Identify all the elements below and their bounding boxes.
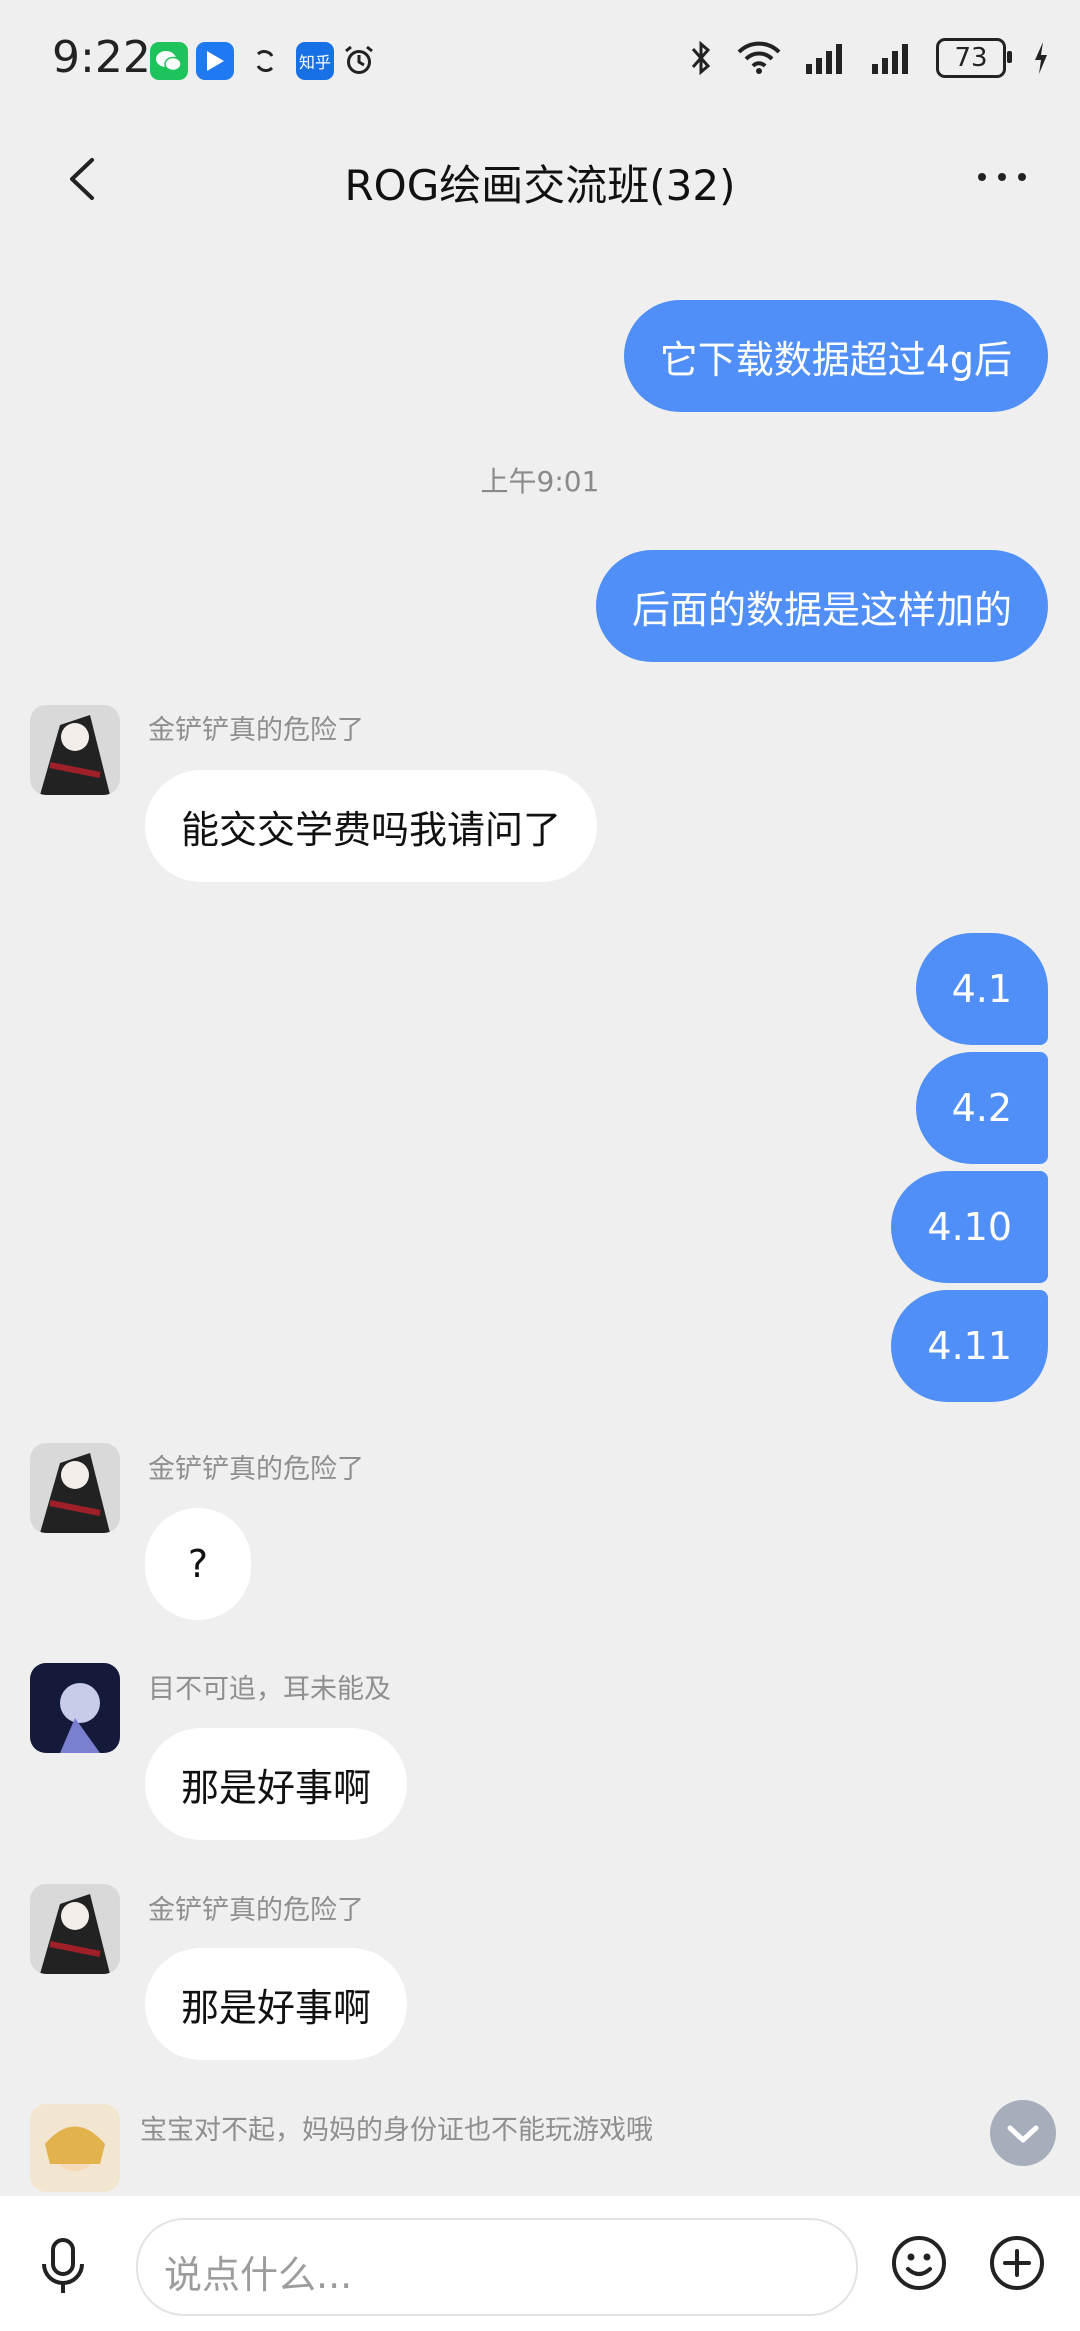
wechat-icon: [150, 42, 188, 80]
page-title: ROG绘画交流班(32): [344, 161, 736, 210]
chat-header: ROG绘画交流班(32): [0, 120, 1080, 240]
outgoing-message[interactable]: 后面的数据是这样加的: [595, 550, 1048, 662]
sender-name: 金铲铲真的危险了: [148, 715, 364, 746]
incoming-message[interactable]: ?: [145, 1508, 251, 1620]
battery-icon: 73: [936, 38, 1012, 78]
sender-name: 宝宝对不起，妈妈的身份证也不能玩游戏哦: [140, 2115, 653, 2146]
message-input-placeholder: 说点什么...: [164, 2253, 353, 2297]
input-bar: 说点什么...: [0, 2196, 1080, 2331]
avatar[interactable]: [30, 1443, 120, 1533]
more-icon[interactable]: [972, 162, 1032, 192]
feishu-icon: [196, 42, 234, 80]
status-time: 9:22: [52, 32, 151, 83]
status-bar: 9:22 知乎 73: [0, 0, 1080, 120]
avatar[interactable]: [30, 705, 120, 795]
avatar[interactable]: [30, 1663, 120, 1753]
emoji-icon[interactable]: [890, 2234, 948, 2292]
outgoing-message[interactable]: 4.11: [891, 1290, 1048, 1402]
message-timestamp: 上午9:01: [480, 465, 600, 498]
add-icon[interactable]: [988, 2234, 1046, 2292]
signal-icon: [806, 44, 842, 74]
battery-level: 73: [954, 43, 988, 73]
sender-name: 目不可追，耳未能及: [148, 1674, 391, 1705]
sender-name: 金铲铲真的危险了: [148, 1454, 364, 1485]
zhihu-icon-text: 知乎: [298, 53, 331, 72]
signal-icon-2: [872, 44, 908, 74]
outgoing-message[interactable]: 4.2: [915, 1052, 1048, 1164]
incoming-message[interactable]: 能交交学费吗我请问了: [145, 770, 598, 882]
scroll-down-button[interactable]: [990, 2100, 1056, 2166]
incoming-message[interactable]: 那是好事啊: [145, 1728, 408, 1840]
status-indicators: 73: [688, 38, 1050, 78]
bluetooth-icon: [691, 40, 711, 76]
zhihu-icon: 知乎: [296, 42, 334, 80]
avatar[interactable]: [30, 2104, 120, 2192]
incoming-message[interactable]: 那是好事啊: [145, 1948, 408, 2060]
sync-icon: [246, 42, 284, 80]
chevron-down-icon: [1007, 2125, 1039, 2143]
alarm-icon: [340, 42, 378, 80]
outgoing-message[interactable]: 4.1: [915, 933, 1048, 1045]
outgoing-message[interactable]: 4.10: [891, 1171, 1048, 1283]
charging-icon: [1035, 42, 1047, 74]
avatar[interactable]: [30, 1884, 120, 1974]
message-input[interactable]: 说点什么...: [136, 2218, 858, 2316]
wifi-icon: [737, 41, 781, 74]
microphone-icon[interactable]: [38, 2236, 88, 2296]
outgoing-message[interactable]: 它下载数据超过4g后: [623, 300, 1048, 412]
sender-name: 金铲铲真的危险了: [148, 1895, 364, 1926]
